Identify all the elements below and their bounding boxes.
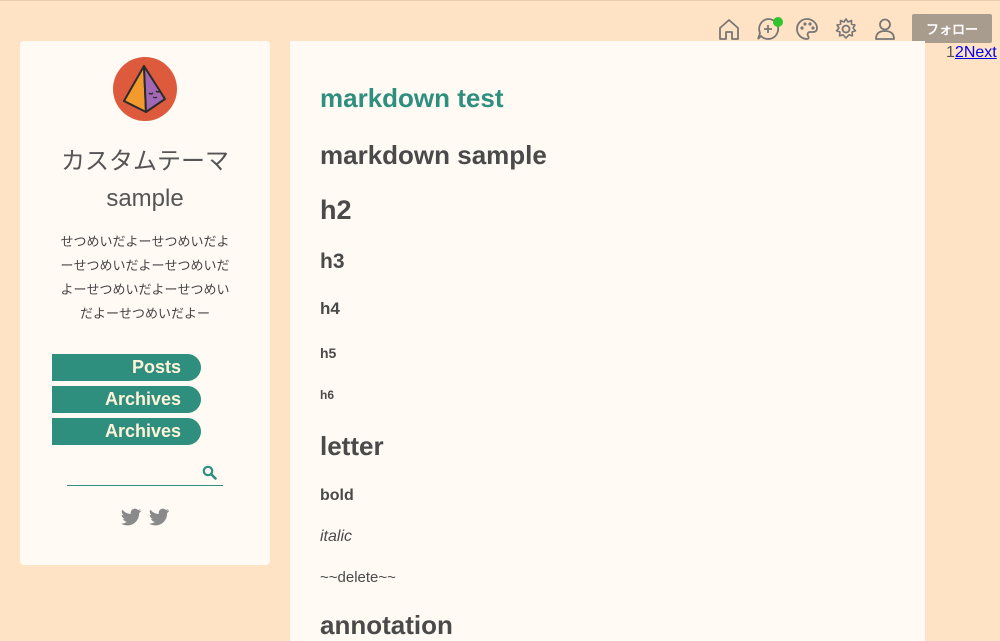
article-title-link[interactable]: markdown test — [320, 83, 504, 114]
social-links — [20, 505, 270, 529]
palette-icon[interactable] — [794, 16, 820, 42]
heading-h3: h3 — [320, 250, 345, 273]
pager: 12Next — [946, 44, 997, 62]
sidebar: カスタムテーマ sample せつめいだよーせつめいだよーせつめいだよーせつめい… — [20, 41, 270, 565]
twitter-icon[interactable] — [147, 505, 171, 529]
gear-icon[interactable] — [833, 16, 859, 42]
heading-h4: h4 — [320, 299, 340, 318]
nav-archives-button-2[interactable]: Archives — [52, 418, 201, 445]
text-bold: bold — [320, 487, 354, 504]
pager-next-link[interactable]: Next — [964, 44, 997, 61]
pager-current: 1 — [946, 44, 955, 61]
search-input[interactable] — [67, 461, 201, 485]
avatar[interactable] — [113, 57, 177, 121]
search-box — [67, 461, 223, 486]
text-delete: ~~delete~~ — [320, 569, 396, 586]
blog-description: せつめいだよーせつめいだよーせつめいだよーせつめいだよーせつめいだよーせつめいだ… — [60, 234, 230, 321]
user-icon[interactable] — [872, 16, 898, 42]
nav-posts-button[interactable]: Posts — [52, 354, 201, 381]
heading-annotation: annotation — [320, 610, 453, 640]
twitter-icon[interactable] — [119, 505, 143, 529]
home-icon[interactable] — [716, 16, 742, 42]
heading-h5: h5 — [320, 345, 337, 361]
heading-h1: markdown sample — [320, 140, 547, 170]
heading-h6: h6 — [320, 388, 335, 402]
top-border — [0, 0, 1000, 1]
blog-title-line1: カスタムテーマ — [61, 148, 229, 175]
notification-dot — [773, 16, 783, 27]
blog-title[interactable]: カスタムテーマ sample — [20, 143, 270, 217]
article-card: markdown test markdown sample h2 h3 h4 h… — [290, 41, 925, 641]
top-toolbar: フォロー — [703, 14, 992, 43]
follow-button[interactable]: フォロー — [912, 14, 992, 43]
pager-page-2-link[interactable]: 2 — [955, 44, 964, 61]
heading-h2: h2 — [320, 195, 352, 225]
heading-letter: letter — [320, 431, 384, 461]
nav-archives-button[interactable]: Archives — [52, 386, 201, 413]
text-italic: italic — [320, 528, 353, 545]
blog-title-line2: sample — [106, 185, 184, 212]
add-post-icon[interactable] — [755, 16, 783, 42]
search-icon[interactable] — [202, 465, 217, 480]
